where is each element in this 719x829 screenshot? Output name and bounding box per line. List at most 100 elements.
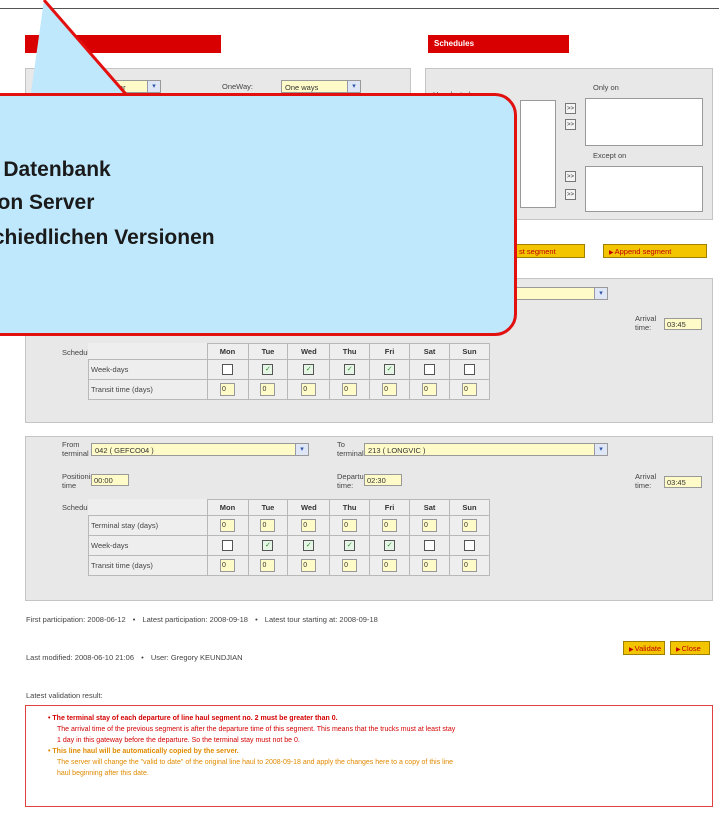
weekday-checkbox-fri[interactable]: ✓ <box>384 364 396 375</box>
week-days-row-label: Week-days <box>88 359 208 380</box>
move-to-only-on-button[interactable]: >> <box>565 103 576 114</box>
close-button[interactable]: ▶Close <box>670 641 710 655</box>
day-header-wed: Wed <box>287 343 331 360</box>
table-header-row: Mon Tue Wed Thu Fri Sat Sun <box>88 343 490 360</box>
segment-1-schedule-table: Mon Tue Wed Thu Fri Sat Sun Week-days ✓ … <box>88 343 490 400</box>
except-on-list[interactable] <box>585 166 703 212</box>
segment-2-positioning-input[interactable]: 00:00 <box>91 474 129 486</box>
play-icon: ▶ <box>676 647 681 653</box>
terminal-stay-row-label: Terminal stay (days) <box>88 515 208 536</box>
transit-input-sat[interactable]: 0 <box>422 559 438 572</box>
weekday-checkbox-tue[interactable]: ✓ <box>262 540 274 551</box>
separator-bullet: • <box>255 615 258 624</box>
transit-input-tue[interactable]: 0 <box>260 559 276 572</box>
warning-bullet: • This line haul will be automatically c… <box>48 748 239 755</box>
transit-input-wed[interactable]: 0 <box>301 383 317 396</box>
modified-user: User: Gregory KEUNDJIAN <box>150 653 243 662</box>
move-back-except-on-button[interactable]: >> <box>565 189 576 200</box>
weekday-checkbox-tue[interactable]: ✓ <box>262 364 274 375</box>
day-header-sat: Sat <box>409 343 451 360</box>
weekday-checkbox-wed[interactable]: ✓ <box>303 364 315 375</box>
validation-result-label: Latest validation result: <box>26 691 103 700</box>
day-header-fri: Fri <box>369 499 411 516</box>
day-header-sun: Sun <box>449 499 490 516</box>
append-segment-button[interactable]: ▶Append segment <box>603 244 707 258</box>
weekday-checkbox-fri[interactable]: ✓ <box>384 540 396 551</box>
callout-line-1: ox Datenbank <box>0 158 111 181</box>
modification-info-line: Last modified: 2008-06-10 21:06 • User: … <box>26 653 243 662</box>
move-back-only-on-button[interactable]: >> <box>565 119 576 130</box>
transit-input-sun[interactable]: 0 <box>462 383 477 396</box>
move-to-except-on-button[interactable]: >> <box>565 171 576 182</box>
last-modified: Last modified: 2008-06-10 21:06 <box>26 653 134 662</box>
segment-2-to-select[interactable]: 213 ( LONGVIC ) ▾ <box>364 443 608 456</box>
append-segment-label: Append segment <box>614 247 672 256</box>
day-header-fri: Fri <box>369 343 411 360</box>
validate-label: Validate <box>634 644 662 653</box>
weekday-checkbox-sun[interactable] <box>464 540 475 551</box>
segment-2-arrival-input[interactable]: 03:45 <box>664 476 702 488</box>
warning-detail-line-1: The server will change the "valid to dat… <box>57 759 454 766</box>
stay-input-sun[interactable]: 0 <box>462 519 477 532</box>
unselected-schedules-list[interactable] <box>520 100 556 208</box>
schedules-section-header: Schedules <box>428 35 569 53</box>
transit-input-sun[interactable]: 0 <box>462 559 477 572</box>
error-bullet: • The terminal stay of each departure of… <box>48 715 338 722</box>
transit-input-fri[interactable]: 0 <box>382 559 398 572</box>
day-header-mon: Mon <box>206 343 249 360</box>
first-participation: First participation: 2008-06-12 <box>26 615 126 624</box>
stay-input-thu[interactable]: 0 <box>342 519 358 532</box>
chevron-down-icon: ▾ <box>594 444 607 455</box>
stay-input-wed[interactable]: 0 <box>301 519 317 532</box>
latest-tour: Latest tour starting at: 2008-09-18 <box>264 615 378 624</box>
day-header-sat: Sat <box>409 499 451 516</box>
segment-2-departure-input[interactable]: 02:30 <box>364 474 402 486</box>
stay-input-sat[interactable]: 0 <box>422 519 438 532</box>
segment-1-arrival-input[interactable]: 03:45 <box>664 318 702 330</box>
validate-button[interactable]: ▶Validate <box>623 641 665 655</box>
transit-input-wed[interactable]: 0 <box>301 559 317 572</box>
segment-2-from-select[interactable]: 042 ( GEFCO04 ) ▾ <box>91 443 309 456</box>
weekday-checkbox-mon[interactable] <box>222 364 233 375</box>
day-header-mon: Mon <box>206 499 249 516</box>
weekday-checkbox-sat[interactable] <box>424 540 436 551</box>
transit-time-row-label: Transit time (days) <box>88 555 208 576</box>
table-row: Transit time (days) 0 0 0 0 0 0 0 <box>88 379 490 400</box>
oneway-select[interactable]: One ways ▾ <box>281 80 361 93</box>
stay-input-mon[interactable]: 0 <box>220 519 235 532</box>
weekday-checkbox-thu[interactable]: ✓ <box>344 540 356 551</box>
segment-2-schedule-table: Mon Tue Wed Thu Fri Sat Sun Terminal sta… <box>88 499 490 576</box>
segment-1-to-terminal-select[interactable]: ▾ <box>505 287 608 300</box>
weekday-checkbox-wed[interactable]: ✓ <box>303 540 315 551</box>
only-on-list[interactable] <box>585 98 703 146</box>
transit-input-sat[interactable]: 0 <box>422 383 438 396</box>
stay-input-fri[interactable]: 0 <box>382 519 398 532</box>
from-terminal-value: 042 ( GEFCO04 ) <box>95 446 154 455</box>
weekday-checkbox-mon[interactable] <box>222 540 233 551</box>
transit-input-fri[interactable]: 0 <box>382 383 398 396</box>
play-icon: ▶ <box>629 647 634 653</box>
only-on-label: Only on <box>593 83 619 92</box>
insert-segment-button[interactable]: st segment <box>513 244 585 258</box>
stay-input-tue[interactable]: 0 <box>260 519 276 532</box>
table-corner <box>88 499 208 516</box>
transit-input-tue[interactable]: 0 <box>260 383 276 396</box>
warning-title: This line haul will be automatically cop… <box>52 748 239 755</box>
transit-input-mon[interactable]: 0 <box>220 559 235 572</box>
transit-input-thu[interactable]: 0 <box>342 559 358 572</box>
error-title: The terminal stay of each departure of l… <box>52 715 338 722</box>
weekday-checkbox-sat[interactable] <box>424 364 436 375</box>
insert-segment-label: st segment <box>519 247 556 256</box>
transit-input-mon[interactable]: 0 <box>220 383 235 396</box>
weekday-checkbox-thu[interactable]: ✓ <box>344 364 356 375</box>
callout-line-3: rschiedlichen Versionen <box>0 226 215 249</box>
except-on-label: Except on <box>593 151 627 160</box>
table-header-row: Mon Tue Wed Thu Fri Sat Sun <box>88 499 490 516</box>
callout-box: ox Datenbank ation Server rschiedlichen … <box>0 93 517 336</box>
day-header-tue: Tue <box>247 343 289 360</box>
chevron-down-icon: ▾ <box>594 288 607 299</box>
transit-input-thu[interactable]: 0 <box>342 383 358 396</box>
segment-1-arrival-label: Arrival time: <box>635 314 657 332</box>
table-row: Terminal stay (days) 0 0 0 0 0 0 0 <box>88 515 490 536</box>
weekday-checkbox-sun[interactable] <box>464 364 475 375</box>
